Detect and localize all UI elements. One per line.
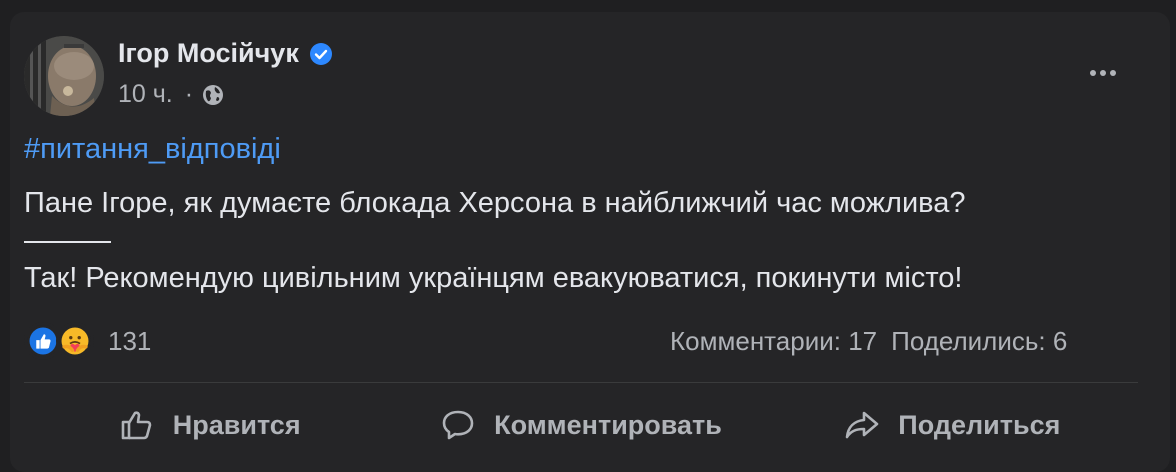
like-button[interactable]: Нравится: [24, 392, 395, 458]
reaction-count[interactable]: 131: [108, 326, 151, 357]
post-answer: Так! Рекомендую цивільним українцям евак…: [24, 262, 963, 294]
hashtag-link[interactable]: #питання_відповіді: [24, 133, 281, 166]
comments-count[interactable]: Комментарии: 17: [670, 326, 877, 357]
more-dot: [1100, 70, 1106, 76]
post-time[interactable]: 10 ч.: [118, 80, 173, 109]
author-avatar[interactable]: [24, 36, 104, 116]
more-dot: [1090, 70, 1096, 76]
post-meta: 10 ч. ·: [118, 80, 225, 109]
share-button[interactable]: Поделиться: [767, 392, 1138, 458]
share-icon: [845, 411, 879, 439]
actions-divider: [24, 382, 1138, 383]
shares-count[interactable]: Поделились: 6: [891, 326, 1067, 357]
share-label: Поделиться: [898, 409, 1061, 440]
thumbs-up-icon: [121, 411, 152, 440]
post-question: Пане Ігоре, як думаєте блокада Херсона в…: [24, 187, 966, 219]
more-options-icon[interactable]: [1082, 60, 1124, 86]
comment-label: Комментировать: [494, 409, 722, 440]
meta-separator: ·: [184, 80, 194, 108]
like-label: Нравится: [172, 409, 301, 440]
verified-badge-icon: [309, 42, 332, 65]
post-stats: Комментарии: 17 Поделились: 6: [670, 326, 1067, 357]
author-name-row: Ігор Мосійчук: [118, 38, 333, 69]
care-reaction-icon: [56, 322, 94, 360]
comment-button[interactable]: Комментировать: [395, 392, 766, 458]
comment-icon: [442, 410, 474, 440]
globe-icon[interactable]: [201, 83, 225, 107]
text-divider: [24, 241, 111, 243]
reactions-summary[interactable]: 131: [24, 322, 151, 360]
author-name[interactable]: Ігор Мосійчук: [118, 38, 299, 69]
post-actions: Нравится Комментировать Поделиться: [24, 392, 1138, 458]
more-dot: [1110, 70, 1116, 76]
